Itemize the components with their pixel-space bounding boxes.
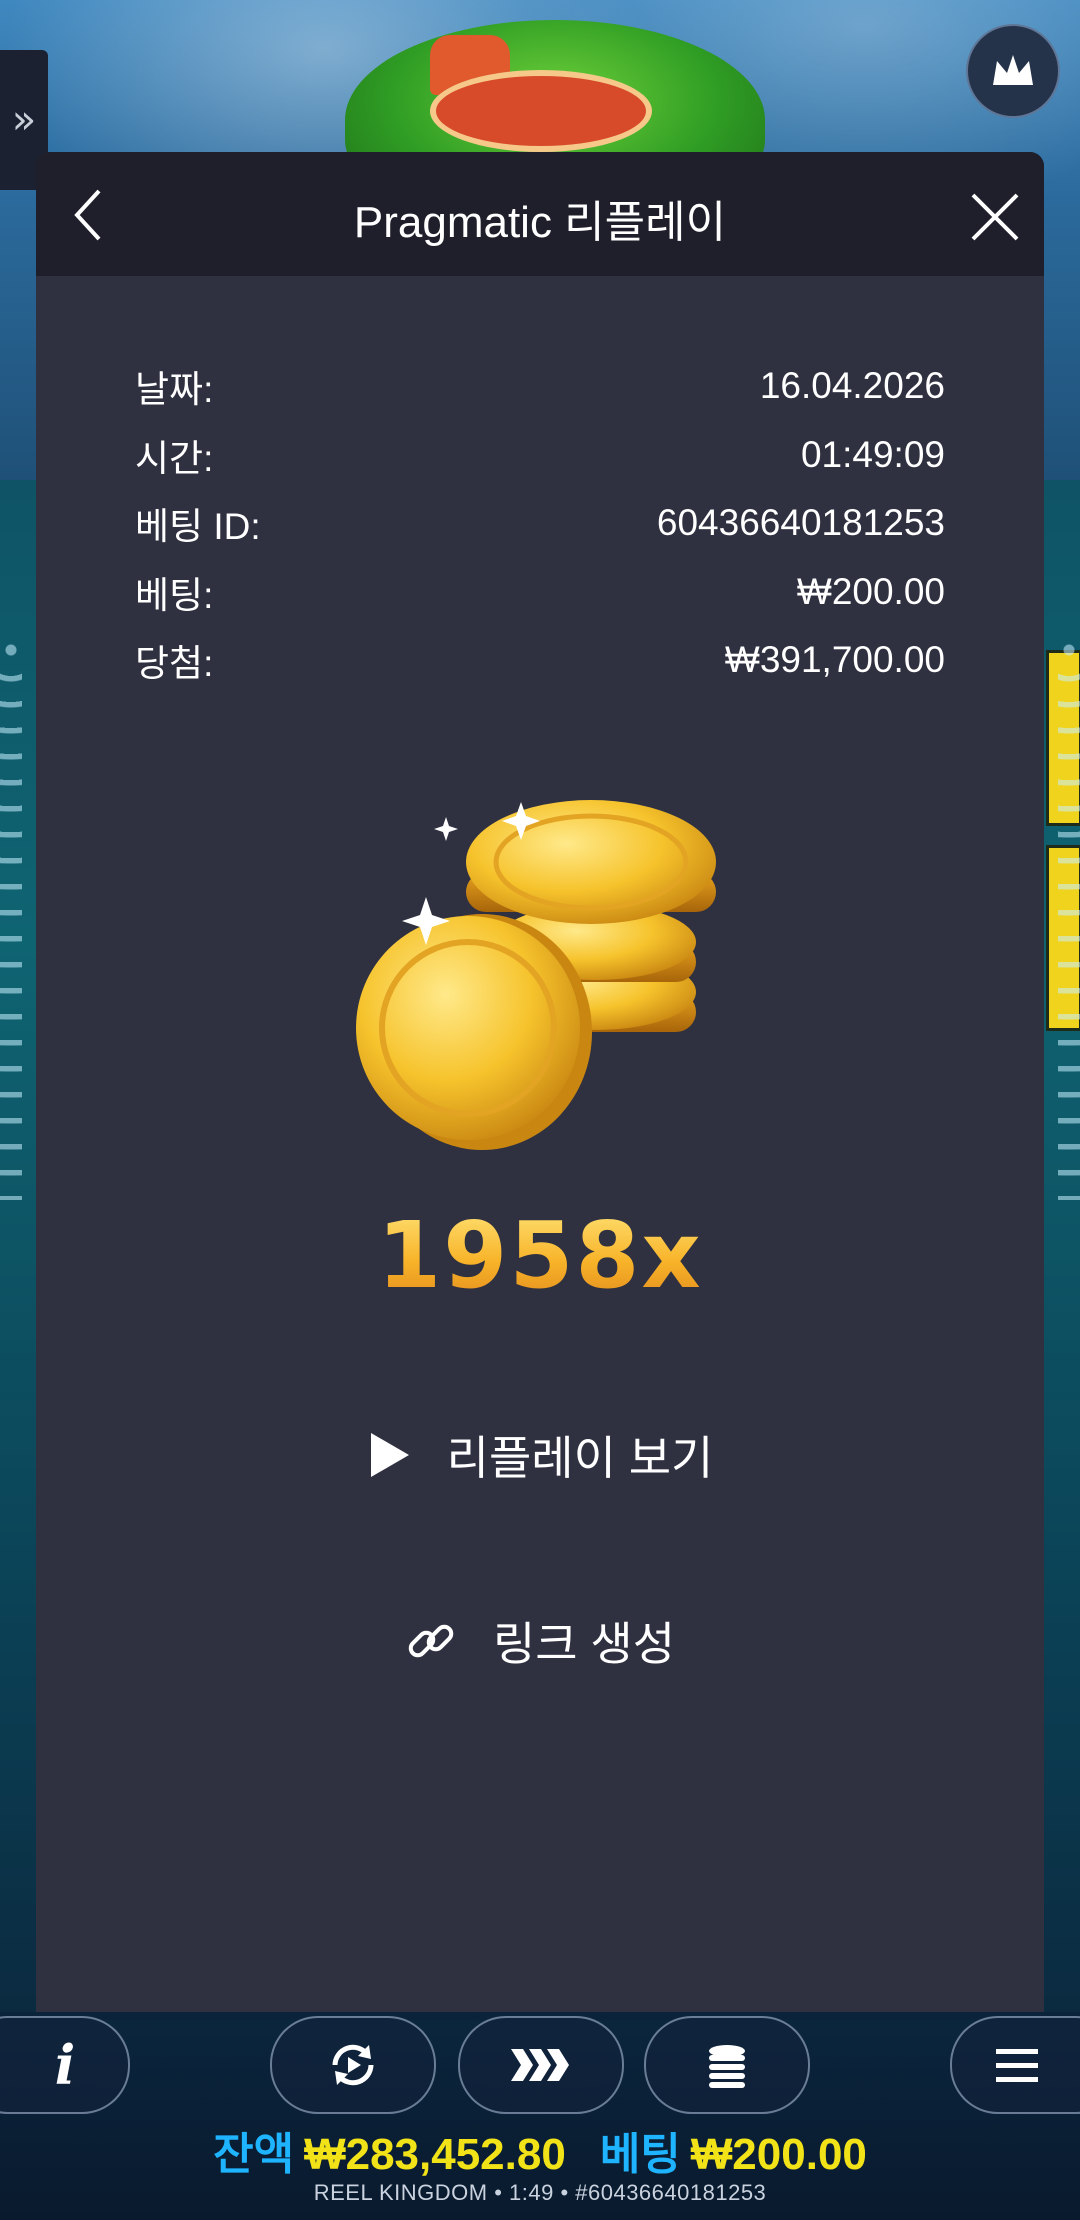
autoplay-icon (332, 2044, 374, 2086)
create-link-label: 링크 생성 (492, 1618, 676, 1670)
watch-replay-button[interactable]: 리플레이 보기 (36, 1422, 1044, 1488)
info-value: 60436640181253 (656, 502, 945, 544)
balance-bet-readout: 잔액 ₩283,452.80 베팅 ₩200.00 (0, 2118, 1080, 2182)
create-link-button[interactable]: 링크 생성 (36, 1608, 1044, 1674)
turbo-icon (511, 2049, 569, 2081)
info-label: 날짜: (135, 369, 214, 411)
info-value: ₩391,700.00 (724, 639, 945, 681)
info-row-win: 당첨: ₩391,700.00 (135, 626, 945, 695)
autoplay-button[interactable] (270, 2016, 436, 2114)
info-value: 01:49:09 (800, 433, 945, 475)
bet-label: 베팅 (599, 2130, 681, 2179)
gold-coins-icon (356, 800, 716, 1150)
info-label: 베팅 ID: (135, 506, 261, 548)
win-multiplier: 1958x (36, 1202, 1044, 1309)
info-label: 당첨: (135, 643, 214, 685)
double-chevron-right-icon: » (11, 97, 37, 143)
replay-modal: Pragmatic 리플레이 날짜: 16.04.2026 시간: 01:49:… (36, 152, 1044, 2012)
info-value: ₩200.00 (796, 570, 945, 612)
bet-settings-button[interactable] (644, 2016, 810, 2114)
modal-title: Pragmatic 리플레이 (353, 198, 727, 247)
turbo-spin-button[interactable] (458, 2016, 624, 2114)
modal-header: Pragmatic 리플레이 (36, 152, 1044, 276)
hamburger-menu-icon (996, 2049, 1038, 2082)
info-button[interactable]: i (0, 2016, 130, 2114)
close-button[interactable] (960, 182, 1030, 252)
menu-button[interactable] (950, 2016, 1080, 2114)
link-icon (405, 1615, 457, 1667)
bet-value: ₩200.00 (690, 2130, 867, 2179)
balance-value: ₩283,452.80 (304, 2130, 566, 2179)
balance-label: 잔액 (213, 2130, 295, 2179)
bubbles-right (1058, 640, 1080, 1200)
watch-replay-label: 리플레이 보기 (446, 1432, 714, 1484)
bet-info-table: 날짜: 16.04.2026 시간: 01:49:09 베팅 ID: 60436… (135, 352, 945, 695)
info-row-date: 날짜: 16.04.2026 (135, 352, 945, 421)
close-icon (971, 193, 1019, 241)
crown-button[interactable] (966, 24, 1060, 118)
info-row-time: 시간: 01:49:09 (135, 421, 945, 490)
info-row-bet-id: 베팅 ID: 60436640181253 (135, 489, 945, 558)
play-icon (367, 1431, 411, 1479)
info-value: 16.04.2026 (759, 365, 945, 407)
fish-mouth (430, 70, 652, 152)
info-icon: i (54, 2033, 76, 2097)
info-label: 시간: (135, 437, 214, 479)
crown-icon (993, 55, 1033, 85)
info-row-bet: 베팅: ₩200.00 (135, 558, 945, 627)
bubbles-left (0, 640, 22, 1200)
game-footer-info: REEL KINGDOM • 1:49 • #60436640181253 (313, 2180, 767, 2205)
info-label: 베팅: (135, 574, 214, 616)
coin-stack-icon (709, 2045, 745, 2088)
